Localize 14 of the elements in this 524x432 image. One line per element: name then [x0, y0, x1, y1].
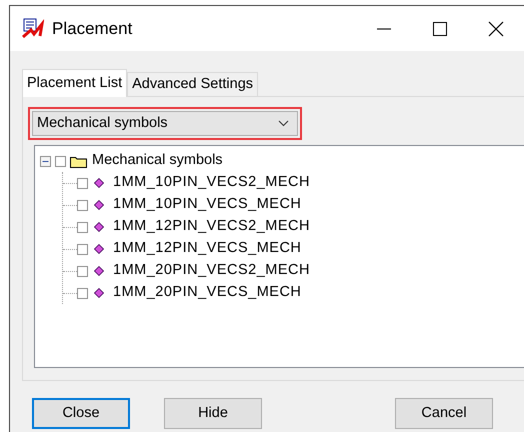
dialog-button[interactable]: Close — [32, 398, 130, 429]
tree-item-label[interactable]: 1MM_20PIN_VECS2_MECH — [113, 260, 310, 282]
tree-item-label[interactable]: 1MM_20PIN_VECS_MECH — [113, 282, 302, 304]
symbol-dropdown[interactable]: Mechanical symbols — [32, 111, 298, 136]
dialog-button[interactable]: Cancel — [395, 398, 493, 429]
tree-item-label[interactable]: 1MM_12PIN_VECS2_MECH — [113, 216, 310, 238]
tab[interactable]: Placement List — [22, 69, 128, 97]
tree-item-label[interactable]: Mechanical symbols — [92, 150, 223, 172]
dialog-button[interactable]: Hide — [164, 398, 262, 429]
tab[interactable]: Advanced Settings — [127, 72, 258, 96]
tree-item-label[interactable]: 1MM_10PIN_VECS2_MECH — [113, 172, 310, 194]
tree-item-label[interactable]: 1MM_10PIN_VECS_MECH — [113, 194, 302, 216]
window-title: Placement — [52, 18, 132, 40]
tree-item-label[interactable]: 1MM_12PIN_VECS_MECH — [113, 238, 302, 260]
